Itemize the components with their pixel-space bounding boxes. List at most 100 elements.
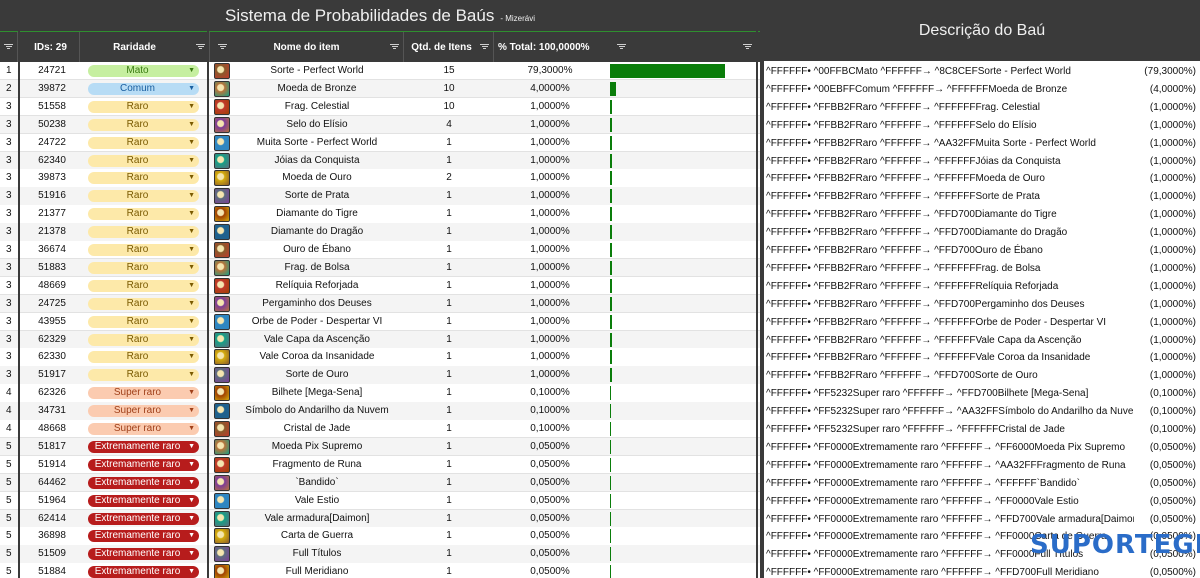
table-row[interactable]: 5 51509 Extremamente raro ▼ Full Títulos 1 0,0… (0, 545, 760, 564)
rarity-select[interactable]: Raro ▼ (88, 297, 199, 310)
rarity-select[interactable]: Raro ▼ (88, 369, 199, 382)
filter-icon[interactable] (617, 44, 626, 50)
table-row[interactable]: 3 62340 Raro ▼ Jóias da Conquista 1 1,0000% (0, 151, 760, 170)
filter-icon[interactable] (218, 44, 227, 50)
filter-icon[interactable] (480, 44, 489, 50)
table-row[interactable]: 4 34731 Super raro ▼ Símbolo do Andarilho da… (0, 402, 760, 420)
qty-column-header[interactable]: Qtd. de Itens (404, 32, 494, 62)
rarity-select[interactable]: Comum ▼ (88, 82, 199, 95)
table-row[interactable]: 3 62330 Raro ▼ Vale Coroa da Insanidade 1 1,00… (0, 348, 760, 367)
rarity-select[interactable]: Raro ▼ (88, 136, 199, 149)
table-row[interactable]: 5 51964 Extremamente raro ▼ Vale Estio 1 0,050… (0, 491, 760, 510)
table-row[interactable]: 3 36674 Raro ▼ Ouro de Ébano 1 1,0000% (0, 241, 760, 259)
chevron-down-icon[interactable]: ▼ (188, 262, 195, 274)
rarity-select[interactable]: Extremamente raro ▼ (88, 530, 199, 543)
rarity-column-header[interactable]: Raridade (80, 32, 210, 62)
rarity-select[interactable]: Raro ▼ (88, 315, 199, 328)
rarity-select[interactable]: Raro ▼ (88, 244, 199, 256)
chevron-down-icon[interactable]: ▼ (188, 172, 195, 184)
table-row[interactable]: 1 24721 Mato ▼ Sorte - Perfect World 15 79,300… (0, 62, 760, 80)
chevron-down-icon[interactable]: ▼ (188, 530, 195, 542)
table-row[interactable]: 3 24725 Raro ▼ Pergaminho dos Deuses 1 1,0000% (0, 294, 760, 313)
rarity-select[interactable]: Raro ▼ (88, 190, 199, 203)
chevron-down-icon[interactable]: ▼ (188, 334, 195, 346)
rarity-select[interactable]: Raro ▼ (88, 279, 199, 292)
table-row[interactable]: 5 62414 Extremamente raro ▼ Vale armadura[Da… (0, 509, 760, 528)
chevron-down-icon[interactable]: ▼ (188, 208, 195, 220)
table-row[interactable]: 2 39872 Comum ▼ Moeda de Bronze 10 4,0000% (0, 79, 760, 98)
total-column-header[interactable]: % Total: 100,0000% (494, 32, 760, 62)
rarity-select[interactable]: Raro ▼ (88, 333, 199, 346)
chevron-down-icon[interactable]: ▼ (188, 387, 195, 399)
filter-icon[interactable] (196, 44, 205, 50)
rarity-select[interactable]: Raro ▼ (88, 208, 199, 221)
table-row[interactable]: 3 51558 Raro ▼ Frag. Celestial 10 1,0000% (0, 97, 760, 116)
filter-icon[interactable] (390, 44, 399, 50)
rarity-select[interactable]: Super raro ▼ (88, 423, 199, 435)
chevron-down-icon[interactable]: ▼ (188, 513, 195, 525)
table-row[interactable]: 5 51817 Extremamente raro ▼ Moeda Pix Suprem… (0, 437, 760, 456)
rarity-select[interactable]: Extremamente raro ▼ (88, 566, 199, 578)
rarity-select[interactable]: Raro ▼ (88, 226, 199, 239)
chevron-down-icon[interactable]: ▼ (188, 155, 195, 167)
chevron-down-icon[interactable]: ▼ (188, 316, 195, 328)
item-name-column-header[interactable]: Nome do item (210, 32, 404, 62)
chevron-down-icon[interactable]: ▼ (188, 298, 195, 310)
ids-column-header[interactable]: IDs: 29 (22, 32, 80, 62)
chevron-down-icon[interactable]: ▼ (188, 441, 195, 453)
rarity-select[interactable]: Extremamente raro ▼ (88, 548, 199, 561)
table-row[interactable]: 3 48669 Raro ▼ Relíquia Reforjada 1 1,0000% (0, 276, 760, 295)
chevron-down-icon[interactable]: ▼ (188, 101, 195, 113)
chevron-down-icon[interactable]: ▼ (188, 423, 195, 435)
table-row[interactable]: 3 21378 Raro ▼ Diamante do Dragão 1 1,0000% (0, 223, 760, 241)
table-row[interactable]: 3 62329 Raro ▼ Vale Capa da Ascenção 1 1,0000% (0, 330, 760, 349)
chevron-down-icon[interactable]: ▼ (188, 190, 195, 202)
table-row[interactable]: 3 43955 Raro ▼ Orbe de Poder - Despertar VI 1… (0, 312, 760, 331)
chevron-down-icon[interactable]: ▼ (188, 548, 195, 560)
rarity-select[interactable]: Super raro ▼ (88, 387, 199, 400)
table-row[interactable]: 3 51883 Raro ▼ Frag. de Bolsa 1 1,0000% (0, 258, 760, 277)
chevron-down-icon[interactable]: ▼ (188, 65, 195, 77)
chevron-down-icon[interactable]: ▼ (188, 83, 195, 95)
rarity-select[interactable]: Raro ▼ (88, 154, 199, 167)
filter-icon[interactable] (743, 44, 752, 50)
table-row[interactable]: 5 36898 Extremamente raro ▼ Carta de Guerra 1… (0, 527, 760, 546)
chevron-down-icon[interactable]: ▼ (188, 477, 195, 489)
table-row[interactable]: 3 24722 Raro ▼ Muita Sorte - Perfect World 1 1… (0, 133, 760, 152)
table-row[interactable]: 3 39873 Raro ▼ Moeda de Ouro 2 1,0000% (0, 169, 760, 188)
chevron-down-icon[interactable]: ▼ (188, 566, 195, 578)
table-row[interactable]: 4 62326 Super raro ▼ Bilhete [Mega-Sena] 1 0,1… (0, 384, 760, 403)
table-row[interactable]: 5 51914 Extremamente raro ▼ Fragmento de Run… (0, 455, 760, 474)
rarity-select[interactable]: Extremamente raro ▼ (88, 440, 199, 453)
rarity-select[interactable]: Raro ▼ (88, 172, 199, 185)
rarity-select[interactable]: Extremamente raro ▼ (88, 476, 199, 489)
chevron-down-icon[interactable]: ▼ (188, 119, 195, 131)
chevron-down-icon[interactable]: ▼ (188, 351, 195, 363)
rarity-select[interactable]: Raro ▼ (88, 351, 199, 364)
rarity-select[interactable]: Raro ▼ (88, 118, 199, 131)
rarity-select[interactable]: Mato ▼ (88, 65, 199, 77)
table-row[interactable]: 3 51917 Raro ▼ Sorte de Ouro 1 1,0000% (0, 366, 760, 385)
chevron-down-icon[interactable]: ▼ (188, 137, 195, 149)
row-number-header[interactable] (0, 32, 18, 62)
chevron-down-icon[interactable]: ▼ (188, 495, 195, 507)
rarity-select[interactable]: Extremamente raro ▼ (88, 458, 199, 471)
rarity-select[interactable]: Extremamente raro ▼ (88, 494, 199, 507)
chevron-down-icon[interactable]: ▼ (188, 280, 195, 292)
table-row[interactable]: 5 64462 Extremamente raro ▼ `Bandido` 1 0,0500… (0, 473, 760, 492)
chevron-down-icon[interactable]: ▼ (188, 244, 195, 256)
table-row[interactable]: 3 51916 Raro ▼ Sorte de Prata 1 1,0000% (0, 187, 760, 206)
chevron-down-icon[interactable]: ▼ (188, 226, 195, 238)
filter-icon[interactable] (4, 44, 13, 50)
rarity-select[interactable]: Extremamente raro ▼ (88, 512, 199, 525)
chevron-down-icon[interactable]: ▼ (188, 459, 195, 471)
table-row[interactable]: 5 51884 Extremamente raro ▼ Full Meridiano 1 0… (0, 563, 760, 578)
table-row[interactable]: 3 21377 Raro ▼ Diamante do Tigre 1 1,0000% (0, 205, 760, 224)
rarity-select[interactable]: Raro ▼ (88, 100, 199, 113)
chevron-down-icon[interactable]: ▼ (188, 369, 195, 381)
table-row[interactable]: 4 48668 Super raro ▼ Cristal de Jade 1 0,1000% (0, 420, 760, 438)
rarity-select[interactable]: Raro ▼ (88, 261, 199, 274)
chevron-down-icon[interactable]: ▼ (188, 405, 195, 417)
rarity-select[interactable]: Super raro ▼ (88, 405, 199, 418)
table-row[interactable]: 3 50238 Raro ▼ Selo do Elísio 4 1,0000% (0, 115, 760, 134)
